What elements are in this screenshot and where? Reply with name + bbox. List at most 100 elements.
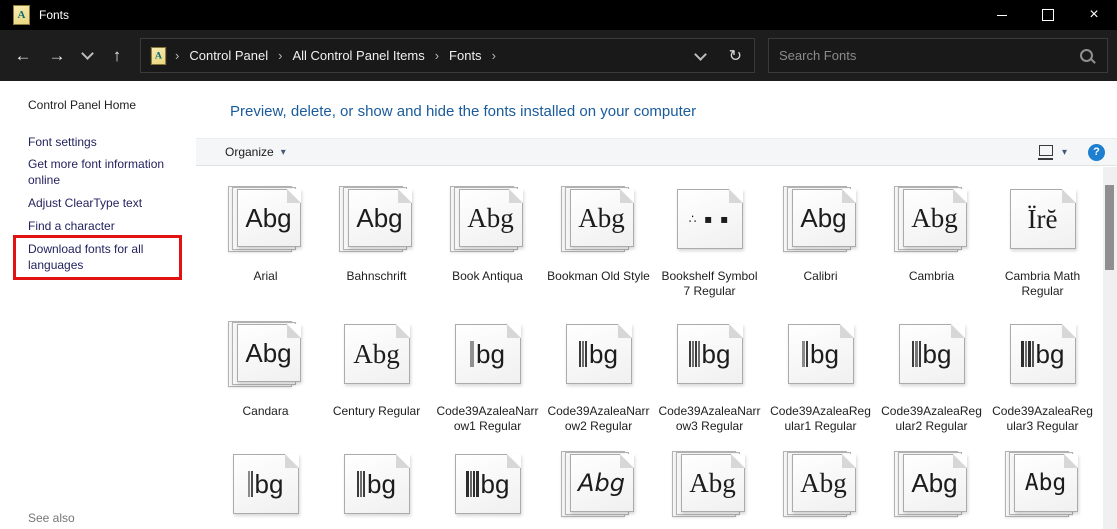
font-icon: bg	[454, 318, 521, 390]
change-view-icon[interactable]	[1038, 144, 1054, 160]
close-button[interactable]: ×	[1071, 0, 1117, 30]
forward-button[interactable]: →	[42, 30, 72, 81]
font-name: Code39AzaleaNarrow2 Regular	[547, 404, 650, 433]
sidebar-link-font-settings[interactable]: Font settings	[28, 134, 180, 150]
breadcrumb-separator-icon: ›	[278, 48, 283, 63]
font-tile[interactable]: bg	[432, 448, 543, 529]
address-bar[interactable]: A › Control Panel › All Control Panel It…	[140, 38, 755, 73]
font-tile[interactable]: bg Code39AzaleaNarrow1 Regular	[432, 318, 543, 434]
font-tile[interactable]: Abg Book Antiqua	[432, 183, 543, 299]
refresh-icon[interactable]: ↻	[729, 46, 742, 66]
stacked-pages-icon: Abg	[893, 450, 970, 518]
barcode-icon	[688, 341, 700, 367]
font-tile[interactable]: Abg Calibri	[765, 183, 876, 299]
font-icon: bg	[565, 318, 632, 390]
font-icon: Abg	[671, 448, 748, 520]
help-button[interactable]: ?	[1088, 143, 1105, 161]
font-tile[interactable]: Abg	[987, 448, 1098, 529]
font-row: bg bg bg Abg Abg Abg Abg Abg	[210, 448, 1102, 529]
up-button[interactable]: ↑	[102, 30, 132, 81]
font-tile[interactable]: Abg	[654, 448, 765, 529]
font-page-icon: Abg	[569, 454, 634, 512]
font-icon: Abg	[560, 448, 637, 520]
font-glyph: bg	[254, 468, 284, 499]
font-tile[interactable]: Abg	[876, 448, 987, 529]
font-page-icon: Abg	[680, 454, 745, 512]
font-icon: bg	[232, 448, 299, 520]
vertical-scrollbar[interactable]	[1103, 167, 1117, 529]
search-icon[interactable]	[1080, 49, 1093, 62]
stacked-pages-icon: Abg	[560, 450, 637, 518]
font-tile[interactable]: bg Code39AzaleaNarrow2 Regular	[543, 318, 654, 434]
font-icon: Abg	[560, 183, 637, 255]
address-dropdown-chevron-icon[interactable]	[693, 47, 707, 61]
caret-down-icon: ▾	[280, 146, 286, 158]
maximize-button[interactable]	[1025, 0, 1071, 30]
question-icon: ?	[1093, 146, 1100, 158]
up-icon: ↑	[112, 45, 122, 65]
font-name: Arial	[253, 269, 278, 283]
font-tile[interactable]: Ïrĕ Cambria Math Regular	[987, 183, 1098, 299]
font-page-icon: Abg	[236, 324, 301, 382]
font-page-icon: bg	[343, 454, 410, 514]
font-name: Cambria	[908, 269, 955, 283]
font-glyph: Ïrĕ	[1027, 203, 1058, 234]
font-glyph: Abg	[353, 338, 400, 369]
font-page-icon: bg	[454, 324, 521, 384]
sidebar-item-control-panel-home[interactable]: Control Panel Home	[28, 97, 180, 113]
breadcrumb-item-fonts[interactable]: Fonts	[447, 48, 484, 63]
back-button[interactable]: ←	[8, 30, 38, 81]
font-name: Code39AzaleaRegular2 Regular	[881, 404, 982, 433]
font-tile[interactable]: Abg Bookman Old Style	[543, 183, 654, 299]
font-name: Code39AzaleaNarrow3 Regular	[658, 404, 761, 433]
font-tile[interactable]: Abg Century Regular	[321, 318, 432, 434]
font-glyph: Abg	[467, 202, 514, 233]
font-tile[interactable]: ∴ ▪ ▪ Bookshelf Symbol 7 Regular	[654, 183, 765, 299]
scrollbar-thumb[interactable]	[1105, 185, 1114, 270]
stacked-pages-icon: Abg	[671, 450, 748, 518]
font-tile[interactable]: Abg	[543, 448, 654, 529]
font-tile[interactable]: bg Code39AzaleaRegular3 Regular	[987, 318, 1098, 434]
organize-button[interactable]: Organize ▾	[225, 145, 286, 159]
font-page-icon: Ïrĕ	[1009, 189, 1076, 249]
font-tile[interactable]: Abg Candara	[210, 318, 321, 434]
font-tile[interactable]: Abg Bahnschrift	[321, 183, 432, 299]
font-tile[interactable]: Abg Cambria	[876, 183, 987, 299]
annotation-red-box	[13, 235, 182, 280]
font-name: Code39AzaleaNarrow1 Regular	[436, 404, 539, 433]
font-glyph: ∴ ▪ ▪	[688, 212, 731, 226]
recent-locations-button[interactable]	[76, 30, 98, 81]
minimize-button[interactable]	[979, 0, 1025, 30]
fonts-app-icon: A	[13, 5, 30, 25]
font-tile[interactable]: bg Code39AzaleaNarrow3 Regular	[654, 318, 765, 434]
font-page-icon: Abg	[343, 324, 410, 384]
font-glyph: Abg	[578, 202, 625, 233]
font-glyph: bg	[476, 338, 505, 369]
barcode-icon	[470, 341, 475, 367]
stacked-pages-icon: Abg	[338, 185, 415, 253]
sidebar-link-get-more-font-information-online[interactable]: Get more font information online	[28, 156, 180, 188]
view-caret-icon[interactable]: ▾	[1062, 147, 1067, 158]
font-tile[interactable]: Abg	[765, 448, 876, 529]
font-tile[interactable]: bg	[321, 448, 432, 529]
font-tile[interactable]: bg Code39AzaleaRegular1 Regular	[765, 318, 876, 434]
maximize-icon	[1042, 9, 1054, 21]
font-tile[interactable]: Abg Arial	[210, 183, 321, 299]
font-tile[interactable]: bg Code39AzaleaRegular2 Regular	[876, 318, 987, 434]
font-tile[interactable]: bg	[210, 448, 321, 529]
sidebar-link-find-a-character[interactable]: Find a character	[28, 218, 180, 234]
breadcrumb-item-control-panel[interactable]: Control Panel	[187, 48, 270, 63]
barcode-icon	[802, 341, 809, 367]
search-input[interactable]	[769, 48, 1080, 63]
stacked-pages-icon: Abg	[227, 185, 304, 253]
breadcrumb-separator-icon: ›	[491, 48, 496, 63]
font-glyph: bg	[810, 338, 839, 369]
stacked-pages-icon: Abg	[893, 185, 970, 253]
stacked-pages-icon: Abg	[560, 185, 637, 253]
breadcrumb-item-all-control-panel-items[interactable]: All Control Panel Items	[290, 48, 426, 63]
font-icon: bg	[1009, 318, 1076, 390]
font-icon: bg	[454, 448, 521, 520]
barcode-icon	[911, 341, 921, 367]
close-icon: ×	[1089, 6, 1099, 23]
sidebar-link-adjust-cleartype-text[interactable]: Adjust ClearType text	[28, 195, 180, 211]
